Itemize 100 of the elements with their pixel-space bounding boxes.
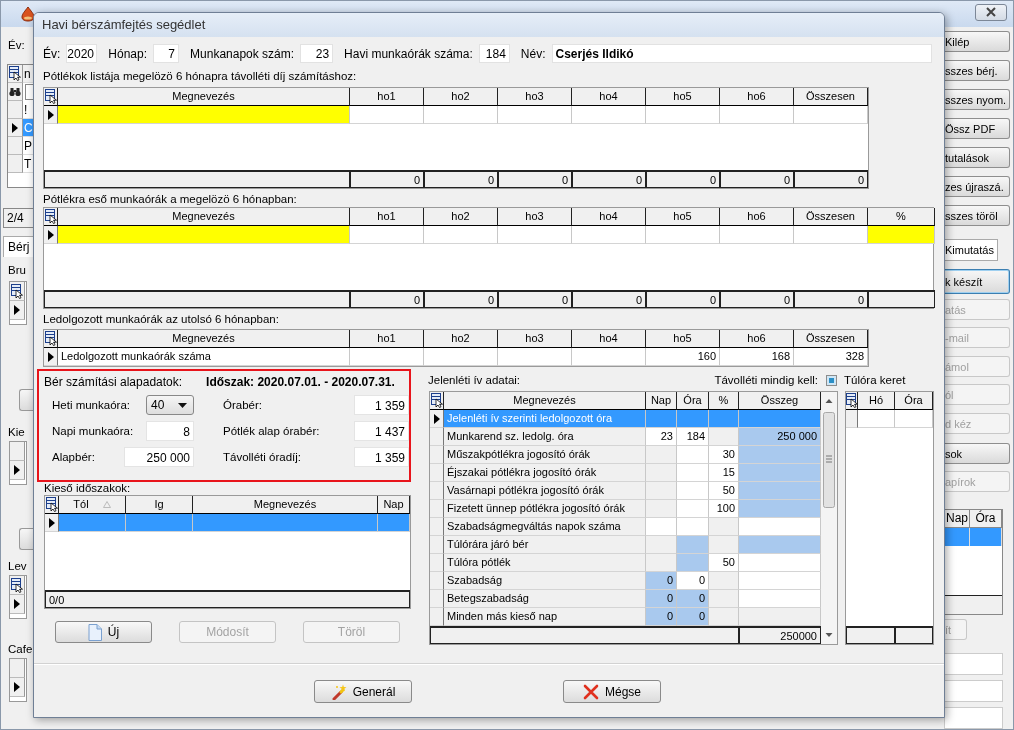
button[interactable]: Mégse	[563, 680, 661, 703]
table-cell[interactable]: 30	[709, 446, 739, 464]
table-cell[interactable]: Szabadságmegváltás napok száma	[444, 518, 646, 536]
table-cell[interactable]: 328	[794, 348, 868, 366]
table-cell[interactable]: Túlóra pótlék	[444, 554, 646, 572]
column-header[interactable]: Összesen	[794, 208, 868, 226]
column-header[interactable]: ho3	[498, 88, 572, 106]
column-header[interactable]: ho1	[350, 88, 424, 106]
table-cell[interactable]	[677, 536, 709, 554]
table-cell[interactable]: Túlórára járó bér	[444, 536, 646, 554]
table-cell[interactable]	[794, 226, 868, 244]
table-cell[interactable]	[572, 226, 646, 244]
column-header[interactable]: ho6	[720, 208, 794, 226]
table-cell[interactable]	[646, 446, 677, 464]
table-cell[interactable]: Műszakpótlékra jogosító órák	[444, 446, 646, 464]
column-header[interactable]: Összeg	[739, 392, 821, 410]
table-cell[interactable]: 250 000	[739, 428, 821, 446]
column-header[interactable]: ho5	[646, 208, 720, 226]
table-cell[interactable]	[739, 518, 821, 536]
column-header[interactable]: Nap	[646, 392, 677, 410]
column-header[interactable]: Óra	[677, 392, 709, 410]
table-cell[interactable]	[350, 226, 424, 244]
column-header[interactable]: Óra	[970, 510, 1002, 528]
table-cell[interactable]	[646, 554, 677, 572]
table-cell[interactable]	[126, 514, 193, 532]
table-cell[interactable]	[646, 464, 677, 482]
column-header[interactable]: ho2	[424, 330, 498, 348]
table-cell[interactable]	[720, 226, 794, 244]
table-cell[interactable]	[424, 348, 498, 366]
table-cell[interactable]	[709, 410, 739, 428]
button[interactable]: Generál	[314, 680, 412, 703]
column-header[interactable]: Nap	[945, 510, 970, 528]
table-cell[interactable]: 160	[646, 348, 720, 366]
table-cell[interactable]	[739, 536, 821, 554]
column-header[interactable]: %	[868, 208, 935, 226]
column-header[interactable]: ho3	[498, 330, 572, 348]
table-cell[interactable]: 0	[677, 608, 709, 626]
column-header[interactable]: Megnevezés	[444, 392, 646, 410]
column-header[interactable]: ho6	[720, 330, 794, 348]
column-header[interactable]: %	[709, 392, 739, 410]
column-header[interactable]: ho1	[350, 330, 424, 348]
column-header[interactable]: Hó	[858, 392, 895, 410]
table-cell[interactable]: 0	[677, 572, 709, 590]
table-cell[interactable]: Minden más kieső nap	[444, 608, 646, 626]
table-cell[interactable]	[739, 608, 821, 626]
column-header[interactable]: ho5	[646, 330, 720, 348]
table-cell[interactable]: Fizetett ünnep pótlékra jogosító órák	[444, 500, 646, 518]
dropdown[interactable]: 40	[146, 395, 194, 415]
checkbox[interactable]	[826, 374, 837, 386]
table-cell[interactable]	[646, 536, 677, 554]
table-cell[interactable]	[59, 514, 126, 532]
button[interactable]: sszes töröl	[944, 205, 1010, 226]
column-header[interactable]: Ig	[126, 496, 193, 514]
button[interactable]: sszes bérj.	[944, 60, 1010, 81]
table-cell[interactable]	[677, 500, 709, 518]
table-cell[interactable]: 0	[646, 590, 677, 608]
table-cell[interactable]	[424, 226, 498, 244]
button[interactable]: tutalások	[944, 147, 1010, 168]
column-header[interactable]: Óra	[895, 392, 933, 410]
column-header[interactable]: Tól	[59, 496, 126, 514]
table-cell[interactable]: 100	[709, 500, 739, 518]
table-cell[interactable]	[58, 226, 350, 244]
table-cell[interactable]	[858, 410, 895, 428]
table-cell[interactable]	[498, 348, 572, 366]
column-header[interactable]: ho4	[572, 208, 646, 226]
input-field[interactable]: 7	[153, 44, 180, 63]
table-cell[interactable]	[739, 410, 821, 428]
table-cell[interactable]	[677, 482, 709, 500]
table-cell[interactable]	[677, 464, 709, 482]
column-header[interactable]: Megnevezés	[58, 88, 350, 106]
column-header[interactable]: ho2	[424, 208, 498, 226]
table-cell[interactable]	[646, 500, 677, 518]
table-cell[interactable]	[677, 410, 709, 428]
column-header[interactable]: ho4	[572, 330, 646, 348]
tab[interactable]: Kimutatás	[944, 239, 998, 261]
table-cell[interactable]	[193, 514, 378, 532]
table-cell[interactable]: Ledolgozott munkaórák száma	[58, 348, 350, 366]
button[interactable]: zes újraszá.	[944, 176, 1010, 197]
close-button[interactable]	[975, 3, 1007, 21]
input-field[interactable]: 184	[478, 44, 510, 63]
table-cell[interactable]: 15	[709, 464, 739, 482]
table-cell[interactable]	[868, 226, 935, 244]
table-cell[interactable]	[677, 518, 709, 536]
table-cell[interactable]	[739, 446, 821, 464]
table-cell[interactable]: Munkarend sz. ledolg. óra	[444, 428, 646, 446]
table-cell[interactable]	[720, 106, 794, 124]
table-cell[interactable]	[646, 106, 720, 124]
table-cell[interactable]	[709, 428, 739, 446]
table-cell[interactable]	[646, 226, 720, 244]
table-cell[interactable]	[646, 518, 677, 536]
table-cell[interactable]	[498, 226, 572, 244]
input-field[interactable]: 1 437	[354, 421, 409, 441]
table-cell[interactable]	[945, 528, 970, 546]
column-header[interactable]: ho5	[646, 88, 720, 106]
table-cell[interactable]: 168	[720, 348, 794, 366]
table-cell[interactable]: Vasárnapi pótlékra jogosító órák	[444, 482, 646, 500]
button[interactable]: sok	[944, 443, 1010, 464]
table-cell[interactable]	[709, 572, 739, 590]
column-header[interactable]: ho6	[720, 88, 794, 106]
button[interactable]: Össz PDF	[944, 118, 1010, 139]
